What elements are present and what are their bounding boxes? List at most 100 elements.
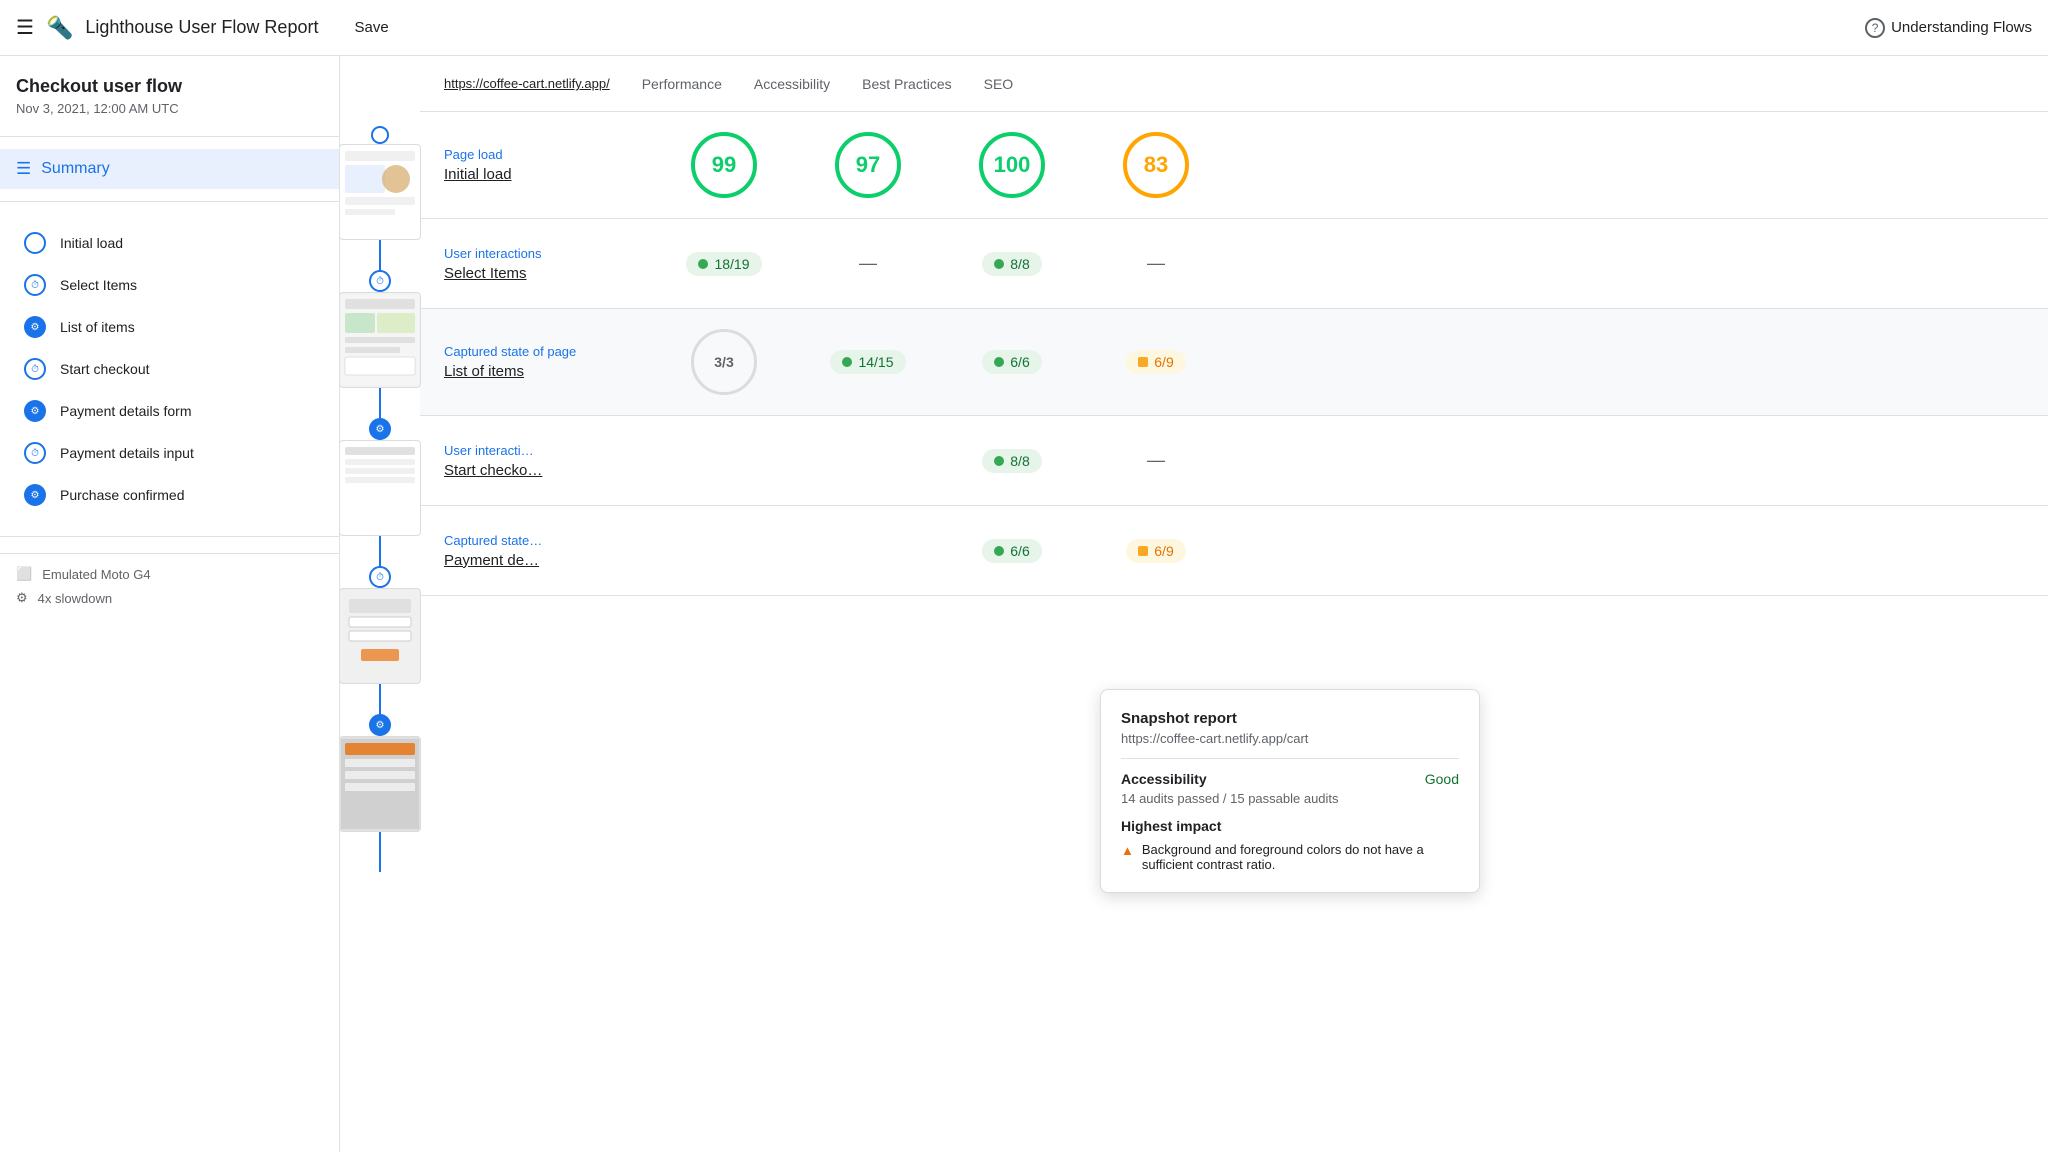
score-seo-list-of-items: 6/9 — [1096, 350, 1216, 374]
section-left-select-items: User interactions Select Items — [444, 246, 664, 282]
pill-label-6-6-payment: 6/6 — [1010, 543, 1029, 559]
section-type-list-of-items: Captured state of page — [444, 344, 664, 359]
tooltip-divider — [1121, 758, 1459, 759]
sidebar-item-payment-details-input[interactable]: ⏱ Payment details input — [0, 432, 339, 474]
thumb-node-4: ⏱ — [340, 566, 421, 684]
section-row-initial-load: Page load Initial load 99 97 100 83 — [420, 112, 2048, 219]
sidebar-header: Checkout user flow Nov 3, 2021, 12:00 AM… — [0, 56, 339, 124]
sidebar-item-list-of-items[interactable]: ⚙ List of items — [0, 306, 339, 348]
sidebar-item-payment-details-form[interactable]: ⚙ Payment details form — [0, 390, 339, 432]
content-column: https://coffee-cart.netlify.app/ Perform… — [420, 56, 2048, 1152]
url-link[interactable]: https://coffee-cart.netlify.app/ — [444, 76, 610, 91]
tooltip-title: Snapshot report — [1121, 710, 1459, 727]
tooltip-snapshot: Snapshot report https://coffee-cart.netl… — [1100, 689, 1480, 893]
sidebar-item-label-payment-details-input: Payment details input — [60, 445, 194, 461]
circle-icon-initial-load — [24, 232, 46, 254]
score-access-list-of-items: 14/15 — [808, 350, 928, 374]
score-perf-list-of-items: 3/3 — [664, 329, 784, 395]
sidebar-item-label-purchase-confirmed: Purchase confirmed — [60, 487, 185, 503]
slowdown-icon: ⚙ — [16, 590, 28, 606]
main-content: ⏱ — [340, 56, 2048, 1152]
scores-start-checkout: 8/8 — — [664, 449, 2024, 473]
tooltip-url: https://coffee-cart.netlify.app/cart — [1121, 731, 1459, 746]
sidebar-item-label-payment-details-form: Payment details form — [60, 403, 192, 419]
understanding-flows-link[interactable]: ? Understanding Flows — [1865, 18, 2032, 38]
device-label: Emulated Moto G4 — [42, 567, 150, 582]
thumb-start-checkout[interactable] — [340, 588, 421, 684]
score-bp-select-items: 8/8 — [952, 252, 1072, 276]
sidebar-divider-3 — [0, 536, 339, 537]
section-name-start-checkout[interactable]: Start checko… — [444, 462, 664, 479]
camera-icon-payment-details-form: ⚙ — [24, 400, 46, 422]
thumb-initial-load[interactable] — [340, 144, 421, 240]
camera-icon-list-of-items: ⚙ — [24, 316, 46, 338]
score-bp-list-of-items: 6/6 — [952, 350, 1072, 374]
circle-access-97: 97 — [835, 132, 901, 198]
section-name-initial-load[interactable]: Initial load — [444, 166, 664, 183]
sidebar-item-label-list-of-items: List of items — [60, 319, 135, 335]
sidebar-item-label-select-items: Select Items — [60, 277, 137, 293]
score-bp-initial-load: 100 — [952, 132, 1072, 198]
sidebar-item-start-checkout[interactable]: ⏱ Start checkout — [0, 348, 339, 390]
section-row-start-checkout: User interacti… Start checko… 8/8 — — [420, 416, 2048, 506]
pill-label-18-19: 18/19 — [714, 256, 749, 272]
thumb-node-2: ⏱ — [340, 270, 421, 388]
thumb-payment-details[interactable] — [340, 736, 421, 832]
col-accessibility: Accessibility — [754, 76, 830, 92]
device-info: ⬜ Emulated Moto G4 — [16, 566, 323, 582]
score-access-initial-load: 97 — [808, 132, 928, 198]
dot-list-of-items: ⚙ — [369, 418, 391, 440]
tooltip-highest-impact-label: Highest impact — [1121, 818, 1459, 834]
section-name-select-items[interactable]: Select Items — [444, 265, 664, 282]
pill-label-8-8: 8/8 — [1010, 256, 1029, 272]
section-type-payment-details: Captured state… — [444, 533, 664, 548]
summary-nav-item[interactable]: ☰ Summary — [0, 149, 339, 189]
dot-orange-6-9 — [1138, 357, 1148, 367]
scores-list-of-items: 3/3 14/15 6/6 — [664, 329, 2024, 395]
dot-initial-load — [371, 126, 389, 144]
section-name-payment-details[interactable]: Payment de… — [444, 552, 664, 569]
clock-icon-select-items: ⏱ — [24, 274, 46, 296]
dash-seo-select-items: — — [1139, 253, 1173, 274]
save-button[interactable]: Save — [354, 19, 388, 36]
pill-bp-8-8: 8/8 — [982, 252, 1041, 276]
score-bp-start-checkout: 8/8 — [952, 449, 1072, 473]
sidebar-item-initial-load[interactable]: Initial load — [0, 222, 339, 264]
understanding-flows-label: Understanding Flows — [1891, 19, 2032, 36]
main-layout: Checkout user flow Nov 3, 2021, 12:00 AM… — [0, 56, 2048, 1152]
url-bar: https://coffee-cart.netlify.app/ Perform… — [420, 56, 2048, 112]
timeline-column: ⏱ — [340, 56, 420, 1152]
sidebar-item-purchase-confirmed[interactable]: ⚙ Purchase confirmed — [0, 474, 339, 516]
slowdown-label: 4x slowdown — [38, 591, 112, 606]
dot-payment-details: ⚙ — [369, 714, 391, 736]
dot-green-8-8-checkout — [994, 456, 1004, 466]
flow-date: Nov 3, 2021, 12:00 AM UTC — [16, 101, 323, 116]
pill-label-6-9-payment: 6/9 — [1154, 543, 1173, 559]
scores-payment-details: 6/6 6/9 — [664, 539, 2024, 563]
sidebar-item-select-items[interactable]: ⏱ Select Items — [0, 264, 339, 306]
thumb-select-items[interactable] — [340, 292, 421, 388]
timeline-inner: ⏱ — [340, 126, 421, 872]
thumb-node-3: ⚙ — [340, 418, 421, 536]
pill-bp-6-6-payment: 6/6 — [982, 539, 1041, 563]
dot-green-14-15 — [842, 357, 852, 367]
pill-label-8-8-checkout: 8/8 — [1010, 453, 1029, 469]
thumb-list-of-items[interactable] — [340, 440, 421, 536]
dot-green-8-8 — [994, 259, 1004, 269]
pill-perf-18-19: 18/19 — [686, 252, 761, 276]
hamburger-icon[interactable]: ☰ — [16, 15, 34, 40]
timeline-spacer-5 — [379, 832, 381, 872]
thumb-node-5: ⚙ — [340, 714, 421, 832]
flow-title: Checkout user flow — [16, 76, 323, 97]
sidebar-divider-1 — [0, 136, 339, 137]
section-row-select-items: User interactions Select Items 18/19 — — [420, 219, 2048, 309]
pill-seo-6-9-payment: 6/9 — [1126, 539, 1185, 563]
score-perf-select-items: 18/19 — [664, 252, 784, 276]
timeline-spacer-3 — [379, 536, 381, 566]
timeline-spacer-2 — [379, 388, 381, 418]
section-name-list-of-items[interactable]: List of items — [444, 363, 664, 380]
warning-triangle-icon: ▲ — [1121, 843, 1134, 858]
section-type-start-checkout: User interacti… — [444, 443, 664, 458]
score-seo-initial-load: 83 — [1096, 132, 1216, 198]
app-title: Lighthouse User Flow Report — [85, 17, 318, 38]
